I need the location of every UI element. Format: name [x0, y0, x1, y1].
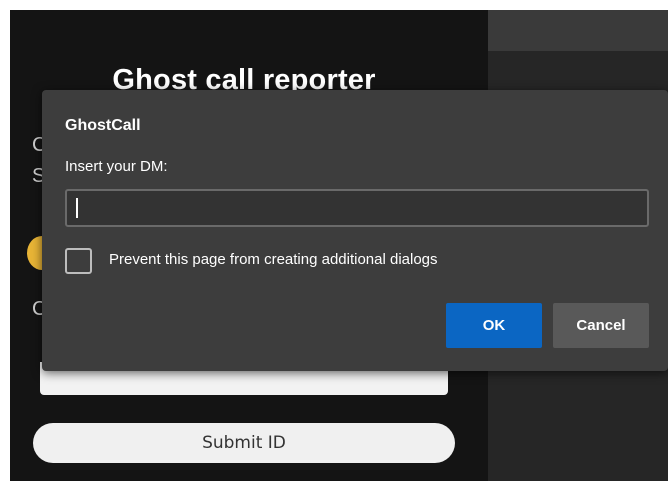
text-caret	[76, 198, 78, 218]
ok-button[interactable]: OK	[446, 303, 542, 348]
screen: Ghost call reporter C S C Submit ID Ghos…	[0, 0, 668, 481]
right-header-area	[488, 10, 668, 51]
dialog-message: Insert your DM:	[65, 158, 168, 175]
submit-id-button[interactable]: Submit ID	[33, 423, 455, 463]
prevent-dialogs-checkbox[interactable]	[65, 248, 92, 274]
dialog-title: GhostCall	[65, 117, 141, 134]
dm-input[interactable]	[65, 189, 649, 227]
cancel-button[interactable]: Cancel	[553, 303, 649, 348]
prevent-dialogs-label[interactable]: Prevent this page from creating addition…	[109, 251, 438, 268]
prompt-dialog: GhostCall Insert your DM: Prevent this p…	[42, 90, 668, 371]
